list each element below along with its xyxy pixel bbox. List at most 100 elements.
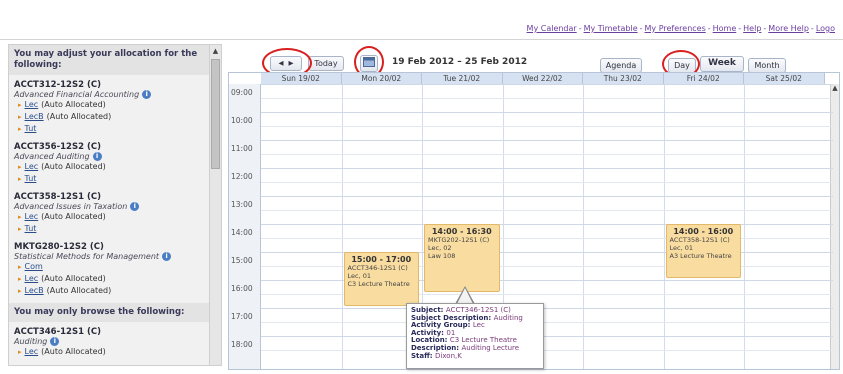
top-bar: My Calendar - My Timetable - My Preferences -… — [0, 0, 843, 40]
course-code: ACCT346-12S1 (C) — [14, 327, 101, 337]
activity-link[interactable]: Tut — [25, 223, 37, 235]
info-icon[interactable]: i — [92, 152, 102, 161]
day-header: Tue 21/02 — [422, 73, 503, 84]
bullet-icon: ▸ — [18, 175, 22, 183]
tooltip-row: Staff: Dixon,K — [411, 351, 539, 361]
day-header: Sun 19/02 — [261, 73, 342, 84]
activity-note: (Auto Allocated) — [41, 274, 106, 283]
top-link[interactable]: My Timetable — [584, 24, 638, 33]
event-tooltip: Subject: ACCT346-12S1 (C) Subject Descrip… — [406, 303, 544, 369]
course-entry: ACCT358-12S1 (C) Advanced Issues in Taxat… — [9, 187, 209, 237]
tooltip-value: Auditing Lecture — [461, 343, 520, 352]
event-detail: C3 Lecture Theatre — [347, 280, 410, 288]
time-label: 12:00 — [231, 172, 253, 181]
bullet-icon: ▸ — [18, 348, 22, 356]
week-view-button[interactable]: Week — [700, 56, 744, 72]
activity-link[interactable]: Lec — [25, 211, 39, 223]
bullet-icon: ▸ — [18, 163, 22, 171]
link-separator: - — [738, 24, 742, 33]
course-title: Statistical Methods for Management — [14, 252, 160, 261]
activity-link[interactable]: LecB — [25, 111, 44, 123]
course-title: Advanced Auditing — [14, 152, 90, 161]
info-icon[interactable]: i — [142, 90, 152, 99]
hour-line — [261, 224, 833, 225]
prev-next-buttons[interactable]: ◀ ▶ — [270, 56, 302, 71]
activity-item: ▸ LecB (Auto Allocated) — [14, 285, 204, 297]
month-view-button[interactable]: Month — [748, 58, 786, 73]
activity-link[interactable]: Lec — [25, 99, 39, 111]
bullet-icon: ▸ — [18, 225, 22, 233]
course-title: Advanced Issues in Taxation — [14, 202, 128, 211]
hour-line — [261, 168, 833, 169]
adjust-heading: You may adjust your allocation for the f… — [9, 45, 209, 75]
time-label: 14:00 — [231, 228, 253, 237]
info-icon[interactable]: i — [50, 337, 60, 346]
hour-line — [261, 336, 833, 337]
activity-link[interactable]: Lec — [25, 273, 39, 285]
calendar-event[interactable]: 14:00 - 16:30 MKTG202-12S1 (C) Lec, 02 Law … — [424, 224, 500, 292]
activity-link[interactable]: Lec — [25, 346, 39, 358]
time-label: 10:00 — [231, 116, 253, 125]
bullet-icon: ▸ — [18, 125, 22, 133]
sidebar-scrollbar[interactable]: ▲ — [209, 45, 221, 365]
course-title: Auditing — [14, 337, 48, 346]
course-entry: MKTG280-12S2 (C) Statistical Methods for … — [9, 237, 209, 299]
activity-note: (Auto Allocated) — [41, 162, 106, 171]
event-detail: ACCT358-12S1 (C) — [669, 236, 730, 244]
top-link[interactable]: My Calendar — [527, 24, 577, 33]
link-separator: - — [639, 24, 643, 33]
course-entry: ACCT346-12S1 (C) Auditing i ▸ Lec (Auto Alloc… — [9, 322, 209, 360]
half-hour-line — [261, 154, 833, 155]
time-label: 17:00 — [231, 312, 253, 321]
time-column — [229, 84, 261, 369]
top-link[interactable]: Home — [713, 24, 737, 33]
calendar-picker-icon[interactable] — [360, 55, 378, 72]
prev-icon[interactable]: ◀ — [278, 59, 283, 67]
info-icon[interactable]: i — [130, 202, 140, 211]
top-link[interactable]: Logo — [816, 24, 835, 33]
event-detail: Lec, 02 — [428, 244, 452, 252]
top-link[interactable]: My Preferences — [645, 24, 706, 33]
half-hour-line — [261, 126, 833, 127]
browse-heading: You may only browse the following: — [9, 303, 209, 322]
activity-link[interactable]: Tut — [25, 173, 37, 185]
scrollbar-thumb[interactable] — [211, 59, 220, 169]
activity-link[interactable]: Tut — [25, 123, 37, 135]
activity-item: ▸ Com — [14, 261, 204, 273]
info-icon[interactable]: i — [162, 252, 172, 261]
scroll-up-icon[interactable]: ▲ — [831, 84, 839, 92]
today-button[interactable]: Today — [308, 56, 344, 71]
calendar-event[interactable]: 15:00 - 17:00 ACCT346-12S1 (C) Lec, 01 C3 L… — [343, 252, 419, 306]
activity-item: ▸ LecB (Auto Allocated) — [14, 111, 204, 123]
day-header: Thu 23/02 — [583, 73, 664, 84]
activity-item: ▸ Lec (Auto Allocated) — [14, 211, 204, 223]
activity-link[interactable]: LecB — [25, 285, 44, 297]
half-hour-line — [261, 182, 833, 183]
link-separator: - — [707, 24, 711, 33]
hour-line — [261, 112, 833, 113]
course-entry: ACCT356-12S2 (C) Advanced Auditing i ▸ Lec (A… — [9, 137, 209, 187]
agenda-view-button[interactable]: Agenda — [600, 58, 642, 73]
half-hour-line — [261, 238, 833, 239]
event-time: 14:00 - 16:30 — [431, 227, 492, 236]
next-icon[interactable]: ▶ — [289, 59, 294, 67]
day-view-button[interactable]: Day — [668, 58, 696, 73]
day-header: Fri 24/02 — [663, 73, 744, 84]
hour-line — [261, 84, 833, 85]
allocation-sidebar: You may adjust your allocation for the f… — [8, 44, 222, 366]
activity-note: (Auto Allocated) — [46, 286, 112, 295]
course-code: ACCT358-12S1 (C) — [14, 192, 101, 202]
time-label: 16:00 — [231, 284, 253, 293]
tooltip-key: Staff: — [411, 351, 436, 360]
calendar-event[interactable]: 14:00 - 16:00 ACCT358-12S1 (C) Lec, 01 A3 L… — [665, 224, 741, 278]
activity-item: ▸ Tut — [14, 123, 204, 135]
activity-link[interactable]: Lec — [25, 161, 39, 173]
time-label: 18:00 — [231, 340, 253, 349]
day-header: Mon 20/02 — [341, 73, 422, 84]
event-detail: ACCT346-12S1 (C) — [347, 264, 408, 272]
top-link[interactable]: Help — [743, 24, 761, 33]
scroll-up-icon[interactable]: ▲ — [211, 46, 220, 56]
top-link[interactable]: More Help — [768, 24, 809, 33]
activity-link[interactable]: Com — [25, 261, 43, 273]
bullet-icon: ▸ — [18, 213, 22, 221]
